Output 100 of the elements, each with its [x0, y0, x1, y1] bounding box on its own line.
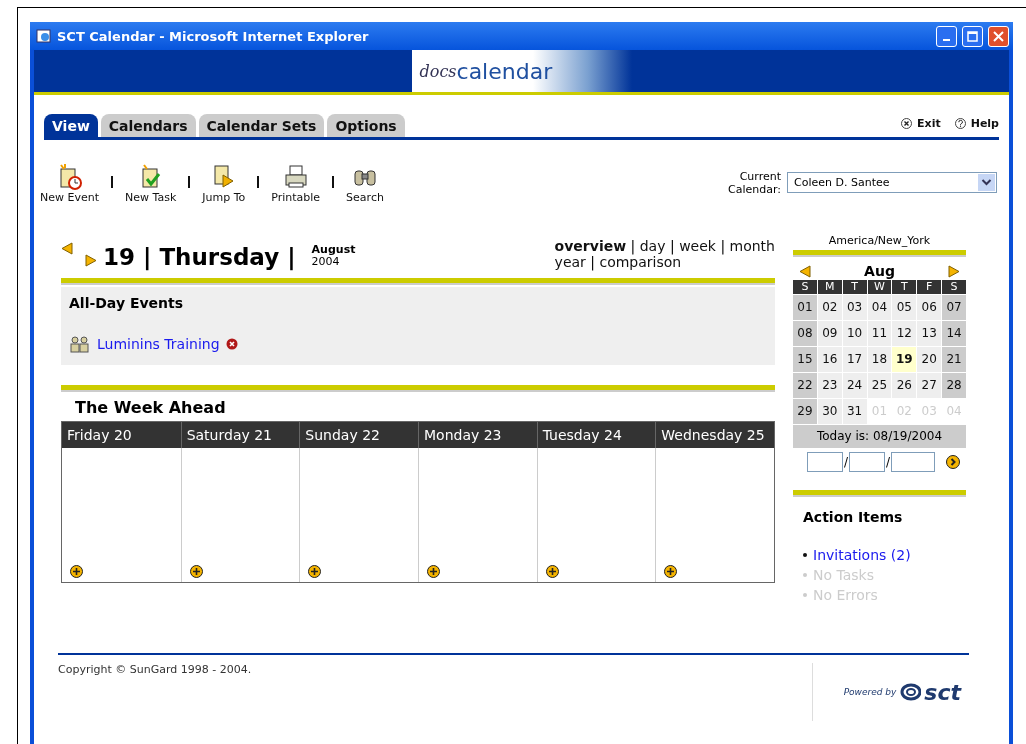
section-heading: The Week Ahead	[74, 397, 227, 419]
calendar-day[interactable]: 20	[917, 347, 942, 372]
day-header: Monday 23	[418, 422, 537, 448]
next-month-arrow-icon[interactable]	[948, 264, 960, 278]
tab[interactable]: Options	[327, 114, 405, 137]
today-label: Today is: 08/19/2004	[793, 425, 966, 448]
tab[interactable]: Calendar Sets	[198, 114, 325, 137]
day-field[interactable]	[848, 452, 885, 472]
minimize-button[interactable]	[936, 25, 957, 47]
previous-month-arrow-icon[interactable]	[799, 264, 811, 278]
action-item-link[interactable]: Invitations (2)	[813, 545, 911, 565]
timezone-label: America/New_York	[827, 234, 932, 249]
toolbar-label[interactable]: Search	[346, 191, 384, 204]
calendar-day[interactable]: 16	[817, 347, 842, 372]
company-logo-text: sct	[924, 679, 961, 705]
view-link[interactable]: year	[554, 254, 586, 271]
calendar-day[interactable]: 01	[793, 295, 817, 320]
calendar-day[interactable]: 25	[867, 373, 892, 398]
add-icon[interactable]	[427, 565, 440, 578]
window-title: SCT Calendar - Microsoft Internet Explorer	[57, 28, 370, 44]
tab[interactable]: Calendars	[100, 114, 196, 137]
calendar-day[interactable]: 05	[892, 295, 917, 320]
calendar-day[interactable]: 15	[793, 347, 817, 372]
view-link[interactable]: day	[639, 238, 666, 254]
toolbar-label[interactable]: New Task	[125, 191, 177, 204]
calendar-day[interactable]: 31	[842, 399, 867, 424]
toolbar-label[interactable]: Jump To	[202, 191, 246, 204]
tab[interactable]: View	[44, 114, 98, 137]
calendar-day[interactable]: 02	[817, 295, 842, 320]
maximize-button[interactable]	[962, 25, 983, 47]
day-header: Saturday 21	[180, 422, 300, 448]
date-separator: /	[843, 455, 848, 469]
calendar-day[interactable]: 12	[892, 321, 917, 346]
toolbar-label[interactable]: New Event	[40, 191, 99, 204]
separator: |	[720, 238, 726, 254]
month-name: Aug	[864, 263, 895, 279]
calendar-day[interactable]: 17	[842, 347, 867, 372]
view-link[interactable]: comparison	[599, 254, 682, 271]
calendar-day[interactable]: 07	[942, 295, 966, 320]
day-header: Friday 20	[62, 422, 181, 448]
next-day-arrow-icon[interactable]	[85, 254, 97, 267]
calendar-day[interactable]: 23	[817, 373, 842, 398]
delete-icon[interactable]	[225, 338, 238, 350]
help-link[interactable]: Help	[970, 116, 999, 130]
month-field[interactable]	[806, 452, 843, 472]
calendar-day[interactable]: 29	[793, 399, 817, 424]
day-title: 19 | Thursday |	[103, 244, 296, 270]
close-icon[interactable]	[901, 117, 913, 129]
view-link[interactable]: week	[679, 238, 716, 254]
weekday-header: F	[917, 280, 942, 294]
add-icon[interactable]	[664, 565, 678, 578]
close-button[interactable]	[988, 25, 1009, 47]
calendar-dropdown[interactable]: Coleen D. Santee	[787, 172, 997, 194]
help-icon[interactable]	[954, 117, 966, 129]
event-link[interactable]: Luminins Training	[97, 336, 220, 352]
separator: |	[669, 238, 675, 254]
toolbar-label[interactable]: Printable	[271, 191, 321, 204]
add-icon[interactable]	[189, 565, 203, 578]
calendar-day[interactable]: 06	[917, 295, 942, 320]
copyright-text: Copyright © SunGard 1998 - 2004.	[58, 662, 252, 678]
printer-icon[interactable]	[282, 163, 309, 191]
previous-day-arrow-icon[interactable]	[61, 242, 73, 255]
calendar-day[interactable]: 28	[942, 373, 966, 398]
calendar-day[interactable]: 22	[793, 373, 817, 398]
calendar-day[interactable]: 08	[793, 321, 817, 346]
calendar-day[interactable]: 13	[917, 321, 942, 346]
year-field[interactable]	[891, 452, 935, 472]
calendar-day[interactable]: 04	[867, 295, 892, 320]
calendar-day[interactable]: 11	[867, 321, 892, 346]
current-calendar-label: Current Calendar:	[728, 169, 781, 196]
calendar-day[interactable]: 24	[842, 373, 867, 398]
add-icon[interactable]	[70, 565, 83, 578]
add-icon[interactable]	[545, 565, 559, 578]
day-header: Tuesday 24	[536, 422, 656, 448]
people-icon	[69, 335, 91, 353]
view-link[interactable]: month	[729, 238, 775, 254]
calendar-day[interactable]: 14	[942, 321, 966, 346]
calendar-day[interactable]: 18	[867, 347, 892, 372]
weekday-header: M	[817, 280, 842, 294]
calendar-day[interactable]: 10	[842, 321, 867, 346]
month-label: August	[311, 244, 356, 257]
powered-by-text: Powered by	[843, 687, 897, 697]
exit-link[interactable]: Exit	[917, 116, 941, 130]
section-heading: Action Items	[802, 508, 904, 525]
calendar-day[interactable]: 03	[842, 295, 867, 320]
view-link[interactable]: overview	[554, 238, 627, 254]
year-label: 2004	[311, 255, 340, 269]
calendar-day[interactable]: 26	[892, 373, 917, 398]
separator: |	[590, 254, 595, 271]
day-header: Sunday 22	[299, 422, 418, 448]
weekday-header: W	[867, 280, 892, 294]
calendar-day[interactable]: 09	[817, 321, 842, 346]
calendar-day[interactable]: 19	[892, 347, 917, 372]
calendar-day[interactable]: 30	[817, 399, 842, 424]
weekday-header: S	[942, 280, 966, 294]
section-heading: All-Day Events	[69, 295, 185, 311]
date-separator: /	[885, 455, 890, 469]
add-icon[interactable]	[308, 565, 322, 578]
calendar-day[interactable]: 27	[917, 373, 942, 398]
calendar-day[interactable]: 21	[942, 347, 966, 372]
